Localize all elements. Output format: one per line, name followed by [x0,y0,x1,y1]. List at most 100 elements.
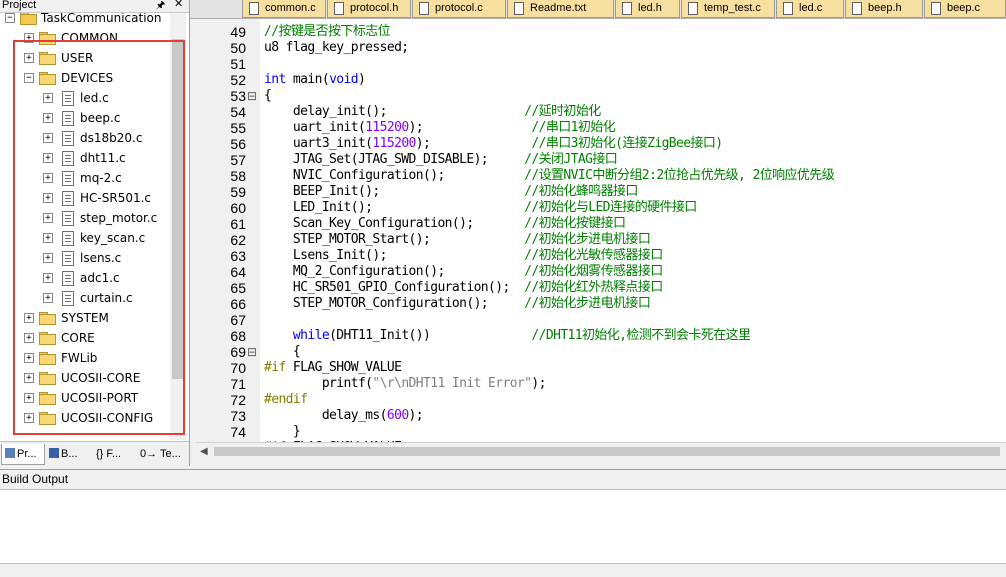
tab-protocol-c[interactable]: protocol.c [412,0,506,18]
tab-led-c[interactable]: led.c [776,0,844,18]
code-line: 57 JTAG_Set(JTAG_SWD_DISABLE); //关闭JTAG接… [196,152,1006,168]
code-text: int main(void) [264,72,366,88]
code-token: MQ_2_Configuration(); [264,264,525,279]
code-line: 66 STEP_MOTOR_Configuration(); //初始化步进电机… [196,296,1006,312]
code-comment: //初始化红外热释点接口 [524,280,663,295]
code-line: 67 [196,312,1006,328]
code-text: { [264,344,301,360]
code-line: 64 MQ_2_Configuration(); //初始化烟雾传感器接口 [196,264,1006,280]
tab-readme-txt[interactable]: Readme.txt [507,0,614,18]
editor-tab-bar: common.c protocol.h protocol.c Readme.txt le… [190,0,1006,19]
line-number: 57 [230,152,246,168]
project-panel-header: Project 🖈 ✕ [0,0,189,13]
tab-label: beep.c [947,2,981,14]
tab-templates-label: 0→ Te... [140,448,181,460]
project-panel-title: Project [2,0,37,11]
tab-label: Readme.txt [530,2,587,14]
code-text: #if FLAG_SHOW_VALUE [264,360,402,376]
code-token: ); [408,120,532,135]
code-token: STEP_MOTOR_Start(); [264,232,525,247]
project-icon [5,448,15,459]
code-comment: //初始化蜂鸣器接口 [524,184,638,199]
code-text: Scan_Key_Configuration(); //初始化按键接口 [264,216,626,232]
tab-books-label: B... [61,448,78,460]
code-line: 49 //按键是否按下标志位 [196,24,1006,40]
file-icon [514,2,524,15]
code-line: 63 Lsens_Init(); //初始化光敏传感器接口 [196,248,1006,264]
tab-functions[interactable]: {} F... [92,444,136,464]
tree-root[interactable]: − TaskCommunication [0,13,170,28]
code-token: NVIC_Configuration(); [264,168,525,183]
tab-books[interactable]: B... [46,444,88,464]
code-editor[interactable]: 49 //按键是否按下标志位 50 u8 flag_key_pressed; 51 52 i… [196,19,1006,442]
code-comment: //初始化与LED连接的硬件接口 [524,200,697,215]
line-number: 68 [230,328,246,344]
line-number: 64 [230,264,246,280]
tab-project[interactable]: Pr... [1,444,45,465]
line-number: 60 [230,200,246,216]
code-token: uart_init( [264,120,366,135]
code-number: 115200 [372,136,416,151]
collapse-icon[interactable]: − [5,13,15,23]
code-line: 62 STEP_MOTOR_Start(); //初始化步进电机接口 [196,232,1006,248]
code-token: { [264,344,301,359]
line-number: 49 [230,24,246,40]
code-token: } [264,424,301,439]
code-comment: //设置NVIC中断分组2:2位抢占优先级, 2位响应优先级 [524,168,835,183]
code-line: 54 delay_init(); //延时初始化 [196,104,1006,120]
code-token: delay_ms( [264,408,388,423]
fold-toggle-icon[interactable]: ⊟ [247,344,257,360]
code-token: u8 flag_key_pressed; [264,40,409,55]
close-icon[interactable]: ✕ [174,0,183,10]
tab-beep-h[interactable]: beep.h [845,0,923,18]
code-text: STEP_MOTOR_Configuration(); //初始化步进电机接口 [264,296,651,312]
code-token: ); [408,408,424,423]
code-line: 71 printf("\r\nDHT11 Init Error"); [196,376,1006,392]
scroll-left-arrow-icon[interactable]: ◀ [200,446,208,457]
pin-icon[interactable]: 🖈 [156,0,165,11]
code-token: delay_init(); [264,104,525,119]
tab-beep-c[interactable]: beep.c [924,0,1006,18]
code-text: NVIC_Configuration(); //设置NVIC中断分组2:2位抢占… [264,168,835,184]
line-number: 56 [230,136,246,152]
code-text: BEEP_Init(); //初始化蜂鸣器接口 [264,184,639,200]
line-number: 59 [230,184,246,200]
file-icon [783,2,793,15]
tab-label: led.c [799,2,823,14]
code-token: ); [415,136,532,151]
tab-label: protocol.c [435,2,483,14]
code-text: { [264,88,272,104]
file-icon [622,2,632,15]
code-token: ); [531,376,546,391]
code-text: delay_init(); //延时初始化 [264,104,601,120]
code-text: STEP_MOTOR_Start(); //初始化步进电机接口 [264,232,651,248]
code-text: LED_Init(); //初始化与LED连接的硬件接口 [264,200,697,216]
line-number: 67 [230,312,246,328]
build-output-panel: Build Output [0,469,1006,577]
code-token: Scan_Key_Configuration(); [264,216,525,231]
file-icon [249,2,259,15]
editor-horizontal-scrollbar[interactable]: ◀ [196,442,1006,461]
code-text: delay_ms(600); [264,408,424,424]
line-number: 53 [230,88,246,104]
code-preprocessor: #endif [264,392,308,407]
tab-common-c[interactable]: common.c [242,0,326,18]
tab-label: beep.h [868,2,902,14]
code-token: { [264,88,272,103]
code-line: 72 #endif [196,392,1006,408]
tab-protocol-h[interactable]: protocol.h [327,0,411,18]
code-text: MQ_2_Configuration(); //初始化烟雾传感器接口 [264,264,663,280]
code-token: main( [285,72,330,87]
code-comment: //初始化步进电机接口 [524,296,651,311]
tab-temp-test-c[interactable]: temp_test.c [681,0,775,18]
editor-scroll-thumb[interactable] [214,447,1000,456]
line-number: 63 [230,248,246,264]
code-number: 600 [386,408,409,423]
project-panel-tabs: Pr... B... {} F... 0→ Te... [0,441,189,467]
tab-led-h[interactable]: led.h [615,0,680,18]
fold-toggle-icon[interactable]: ⊟ [247,88,257,104]
line-number: 52 [230,72,246,88]
tab-templates[interactable]: 0→ Te... [138,444,184,464]
code-comment: //初始化烟雾传感器接口 [524,264,663,279]
